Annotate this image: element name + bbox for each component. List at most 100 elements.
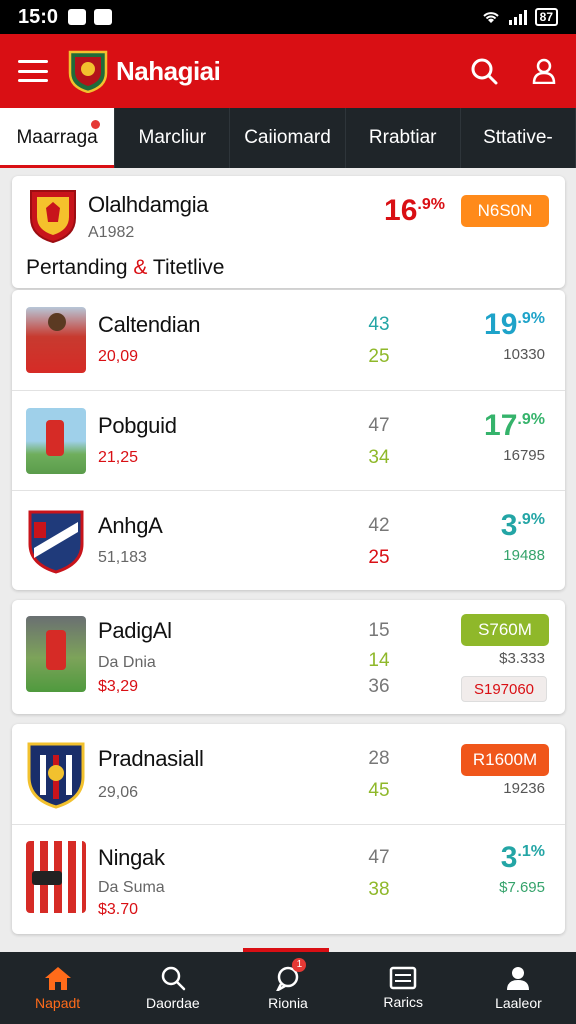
battery-icon: 87 <box>534 8 558 26</box>
notification-icon <box>94 9 113 25</box>
list-item[interactable]: Caltendian 20,09 43 25 19.9% 10330 <box>12 290 565 390</box>
notification-icon <box>68 9 87 25</box>
tab-4[interactable]: Rrabtiar <box>346 108 461 168</box>
item-sub: 51,183 <box>98 549 147 566</box>
item-sub: Da Suma <box>98 879 165 896</box>
app-bar: Nahagiai <box>0 34 576 108</box>
team-crest <box>30 190 76 244</box>
status-time: 15:0 <box>18 5 59 28</box>
featured-name: Olalhdamgia <box>88 192 209 217</box>
nav-profile[interactable]: Laaleor <box>461 952 576 1024</box>
item-percent: 19.9% <box>484 308 545 341</box>
item-sub: $3,29 <box>98 678 139 695</box>
item-percent: 17.9% <box>484 409 545 442</box>
tab-label: Marcliur <box>138 127 207 148</box>
tab-1[interactable]: Maarraga <box>0 108 116 168</box>
nav-search[interactable]: Daordae <box>115 952 230 1024</box>
item-percent: 3.1% <box>500 841 545 874</box>
search-icon <box>161 966 186 991</box>
item-percent: 3.9% <box>500 509 545 542</box>
list-item[interactable]: Ningak Da Suma $3.70 47 38 3.1% $7.695 <box>12 824 565 934</box>
item-stat: 25 <box>368 346 390 367</box>
wifi-icon <box>482 12 499 23</box>
tab-label: Sttative- <box>483 127 553 148</box>
item-stat: 38 <box>368 879 390 900</box>
profile-icon <box>507 967 530 990</box>
item-small-value: 19488 <box>503 547 545 564</box>
tab-label: Rrabtiar <box>368 127 437 148</box>
item-stat: 34 <box>368 447 390 468</box>
nav-home[interactable]: Napadt <box>0 952 115 1024</box>
tab-label: Caiiomard <box>244 127 331 148</box>
item-stat: 15 <box>368 620 390 641</box>
nav-badge: 1 <box>292 958 307 972</box>
list-icon <box>389 966 417 990</box>
nav-label: Daordae <box>145 995 200 1011</box>
item-sub: 21,25 <box>98 449 139 466</box>
item-name: Ningak <box>98 845 165 870</box>
featured-code: A1982 <box>88 224 135 241</box>
team-crest <box>28 510 84 574</box>
item-small-value: 10330 <box>503 346 545 363</box>
item-sub: Da Dnia <box>98 654 156 671</box>
tab-5[interactable]: Sttative- <box>461 108 576 168</box>
tab-3[interactable]: Caiiomard <box>230 108 346 168</box>
tab-label: Maarraga <box>16 127 98 148</box>
nav-label: Napadt <box>35 995 81 1011</box>
item-name: PadigAl <box>98 618 172 643</box>
club-logo <box>68 50 108 93</box>
nav-label: Laaleor <box>495 995 542 1011</box>
player-photo <box>26 616 86 692</box>
list-item[interactable]: Pobguid 21,25 47 34 17.9% 16795 <box>12 390 565 490</box>
player-photo <box>26 307 86 373</box>
item-stat: 45 <box>368 780 390 801</box>
bottom-nav: Napadt Daordae 1 Rionia Rarics Laaleor <box>0 952 576 1024</box>
nav-label: Rionia <box>268 995 308 1011</box>
nav-list[interactable]: Rarics <box>346 952 461 1024</box>
item-name: AnhgA <box>98 513 163 538</box>
item-sub: $3.70 <box>98 901 139 918</box>
item-stat: 42 <box>368 515 390 536</box>
featured-card[interactable]: Olalhdamgia A1982 16.9% N6S0N Pertanding… <box>12 176 565 288</box>
app-title: Nahagiai <box>116 55 221 86</box>
nav-chat[interactable]: 1 Rionia <box>230 952 345 1024</box>
item-small-value: 16795 <box>503 447 545 464</box>
tab-badge <box>91 120 101 129</box>
search-icon[interactable] <box>470 57 498 85</box>
profile-icon[interactable] <box>532 58 556 84</box>
signal-icon <box>508 9 527 25</box>
tab-2[interactable]: Marcliur <box>115 108 231 168</box>
item-stat: 47 <box>368 415 390 436</box>
list-item[interactable]: Pradnasiall 29,06 28 45 R1600M 19236 <box>12 724 565 824</box>
item-name: Pradnasiall <box>98 746 204 771</box>
item-stat: 43 <box>368 314 390 335</box>
menu-icon[interactable] <box>18 60 48 82</box>
featured-badge[interactable]: N6S0N <box>461 195 549 227</box>
item-name: Pobguid <box>98 413 177 438</box>
team-crest <box>27 742 85 809</box>
status-badge[interactable]: R1600M <box>461 744 549 776</box>
item-stat: 14 <box>368 650 390 671</box>
status-bar: 15:0 87 <box>0 0 576 34</box>
item-name: Caltendian <box>98 312 201 337</box>
status-badge[interactable]: S760M <box>461 614 549 646</box>
home-icon <box>44 967 71 990</box>
tab-bar: Maarraga Marcliur Caiiomard Rrabtiar Stt… <box>0 108 576 168</box>
item-stat: 28 <box>368 748 390 769</box>
item-stat: 25 <box>368 547 390 568</box>
match-list-card: Pradnasiall 29,06 28 45 R1600M 19236 Nin… <box>12 724 565 934</box>
featured-percent: 16.9% <box>384 194 445 227</box>
list-item[interactable]: AnhgA 51,183 42 25 3.9% 19488 <box>12 490 565 590</box>
nav-label: Rarics <box>383 994 424 1010</box>
match-list-card: Caltendian 20,09 43 25 19.9% 10330 Pobgu… <box>12 290 565 590</box>
item-stat: 47 <box>368 847 390 868</box>
item-small-value: 19236 <box>503 780 545 797</box>
player-photo <box>26 841 86 913</box>
player-photo <box>26 408 86 474</box>
match-card[interactable]: PadigAl Da Dnia $3,29 15 14 36 S760M $3.… <box>12 600 565 714</box>
item-stat: 36 <box>368 676 390 697</box>
price-badge[interactable]: S197060 <box>461 676 547 702</box>
item-small-value: $7.695 <box>499 879 545 896</box>
item-sub: 29,06 <box>98 784 139 801</box>
item-small-value: $3.333 <box>499 650 545 667</box>
